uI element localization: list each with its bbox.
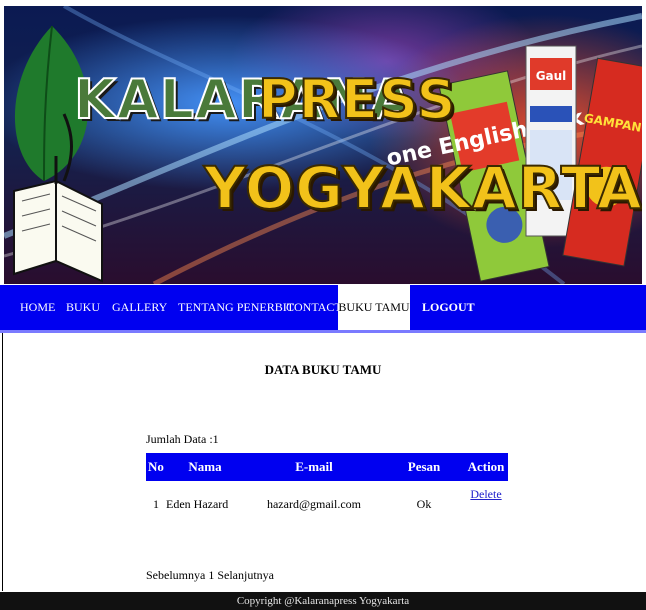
nav-buku[interactable]: BUKU xyxy=(66,285,100,330)
data-count: Jumlah Data :1 xyxy=(146,432,219,446)
delete-link[interactable]: Delete xyxy=(470,487,501,501)
col-header-no: No xyxy=(146,453,166,481)
main-nav: HOME BUKU GALLERY TENTANG PENERBIT CONTA… xyxy=(0,285,646,333)
nav-contact[interactable]: CONTACT xyxy=(286,285,342,330)
cell-email: hazard@gmail.com xyxy=(266,496,361,511)
page-title: DATA BUKU TAMU xyxy=(264,362,382,377)
cell-no: 1 xyxy=(153,496,159,511)
book2-title: Gaul xyxy=(536,69,567,83)
header-banner: one English Talk Gaul GAMPANG KALARANA P… xyxy=(4,6,642,284)
guestbook-table: No Nama E-mail Pesan Action 1 Eden Hazar… xyxy=(146,453,508,527)
nav-gallery[interactable]: GALLERY xyxy=(112,285,167,330)
col-header-pesan: Pesan xyxy=(384,453,464,481)
nav-home[interactable]: HOME xyxy=(20,285,55,330)
table-row: 1 Eden Hazard hazard@gmail.com Ok Delete xyxy=(146,481,508,527)
nav-logout[interactable]: LOGOUT xyxy=(422,285,475,330)
cell-pesan: Ok xyxy=(416,496,432,511)
brand-name-yogyakarta: YOGYAKARTA xyxy=(203,153,642,223)
table-header-row: No Nama E-mail Pesan Action xyxy=(146,453,508,481)
cell-action: Delete xyxy=(464,481,508,527)
col-header-nama: Nama xyxy=(166,453,244,481)
footer: Copyright @Kalaranapress Yogyakarta xyxy=(0,592,646,610)
col-header-email: E-mail xyxy=(244,453,384,481)
nav-tentang-penerbit[interactable]: TENTANG PENERBIT xyxy=(178,285,294,330)
nav-buku-tamu[interactable]: BUKU TAMU xyxy=(338,285,410,330)
cell-nama: Eden Hazard xyxy=(166,496,229,511)
banner-artwork: one English Talk Gaul GAMPANG xyxy=(4,6,642,284)
col-header-action: Action xyxy=(464,453,508,481)
brand-name-press: PRESS xyxy=(257,67,457,132)
pagination: Sebelumnya 1 Selanjutnya xyxy=(146,568,274,582)
